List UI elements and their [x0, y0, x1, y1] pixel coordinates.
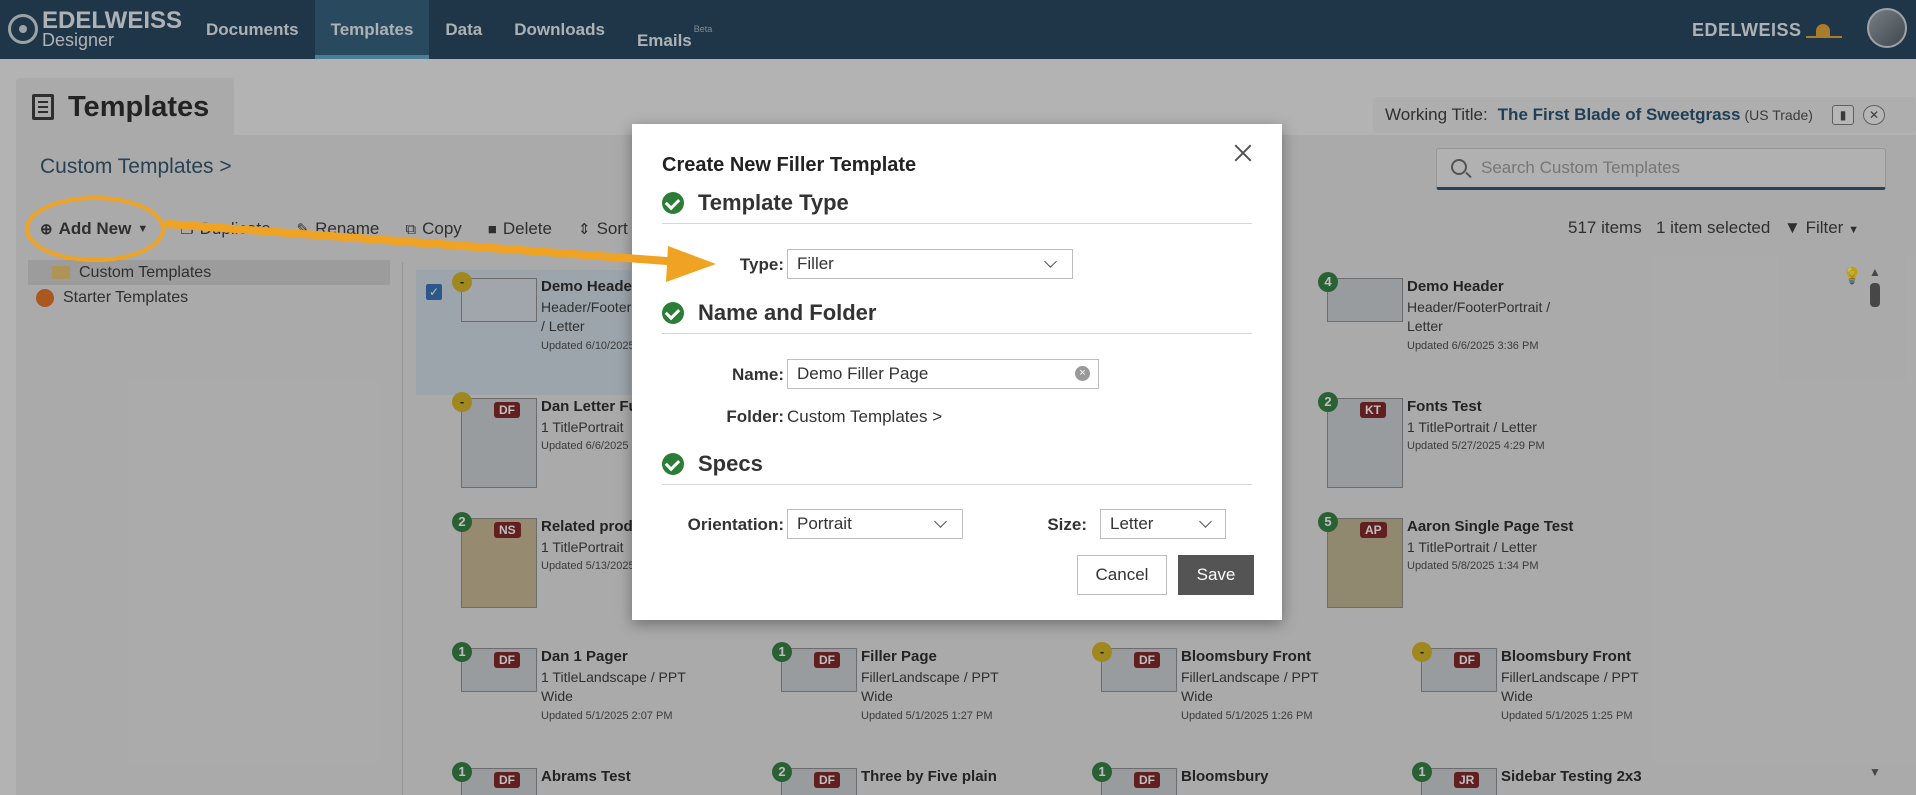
annotation-arrow: [164, 220, 716, 282]
